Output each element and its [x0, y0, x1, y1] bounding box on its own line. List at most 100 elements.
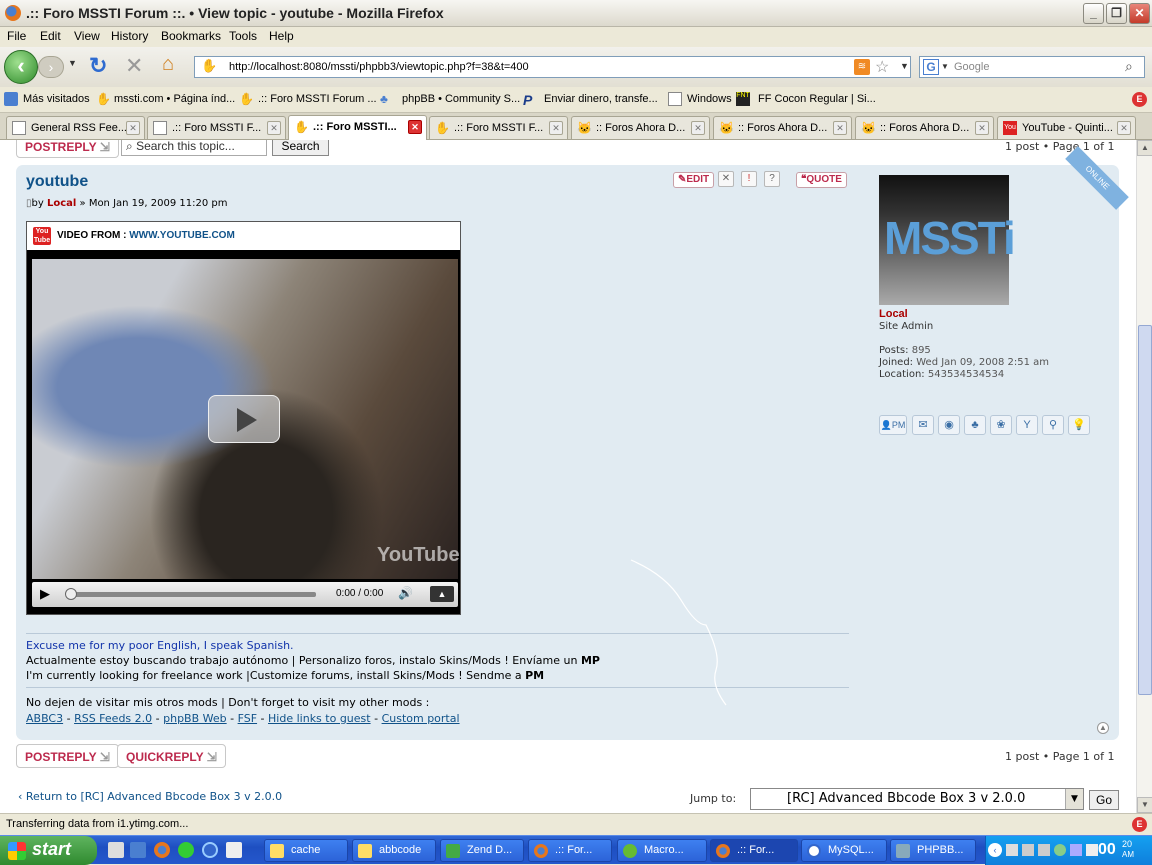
menu-view[interactable]: View	[74, 29, 100, 43]
link-rss-feeds[interactable]: RSS Feeds 2.0	[74, 712, 152, 725]
play-control-icon[interactable]: ▶	[40, 586, 50, 602]
bookmark-foro-mssti[interactable]: .:: Foro MSSTI Forum ...	[258, 93, 377, 105]
menu-bookmarks[interactable]: Bookmarks	[161, 29, 221, 43]
postreply-button-top[interactable]: POSTREPLY ⇲	[16, 140, 119, 158]
jabber-icon[interactable]: 💡	[1068, 415, 1090, 435]
start-button[interactable]: start	[0, 836, 97, 865]
tab-close-icon[interactable]: ✕	[975, 121, 989, 135]
quicklaunch-desktop-icon[interactable]	[226, 842, 242, 858]
close-button[interactable]: ✕	[1129, 3, 1150, 24]
menu-history[interactable]: History	[111, 29, 148, 43]
link-hide-links[interactable]: Hide links to guest	[268, 712, 371, 725]
tab-close-icon[interactable]: ✕	[126, 121, 140, 135]
quicklaunch-icon[interactable]	[130, 842, 146, 858]
tray-icon[interactable]	[1006, 844, 1018, 856]
yahoo-icon[interactable]: Y	[1016, 415, 1038, 435]
expand-icon[interactable]: ▲	[430, 586, 454, 602]
vertical-scrollbar[interactable]: ▲ ▼	[1136, 140, 1152, 813]
sig-mp-link[interactable]: MP	[581, 654, 600, 667]
return-link[interactable]: ‹ Return to [RC] Advanced Bbcode Box 3 v…	[18, 790, 282, 803]
quicklaunch-explorer-icon[interactable]	[108, 842, 124, 858]
tray-icon[interactable]	[1070, 844, 1082, 856]
google-engine-icon[interactable]: G	[923, 59, 939, 75]
url-bar[interactable]: ✋ http://localhost:8080/mssti/phpbb3/vie…	[194, 56, 911, 78]
quickreply-button[interactable]: QUICKREPLY ⇲	[117, 744, 226, 768]
link-fsf[interactable]: FSF	[238, 712, 257, 725]
post-title[interactable]: youtube	[26, 173, 88, 191]
task-phpbb[interactable]: PHPBB...	[890, 839, 976, 862]
video-progress-bar[interactable]	[66, 592, 316, 597]
info-icon[interactable]: ?	[764, 171, 780, 187]
search-bar[interactable]: G ▼ Google ⌕	[919, 56, 1145, 78]
edit-button[interactable]: ✎EDIT	[673, 172, 715, 188]
bookmark-paypal[interactable]: Enviar dinero, transfe...	[544, 93, 658, 105]
delete-icon[interactable]: ✕	[718, 171, 734, 187]
postreply-button-bottom[interactable]: POSTREPLY ⇲	[16, 744, 119, 768]
posts-value[interactable]: 895	[912, 345, 931, 356]
tray-volume-icon[interactable]	[1086, 844, 1098, 856]
post-author[interactable]: Local	[47, 198, 76, 209]
tab-close-icon[interactable]: ✕	[833, 121, 847, 135]
minimize-button[interactable]: _	[1083, 3, 1104, 24]
pm-icon[interactable]: 👤PM	[879, 415, 907, 435]
go-button[interactable]: Go	[1089, 790, 1119, 810]
task-abbcode[interactable]: abbcode	[352, 839, 436, 862]
bookmark-ff-cocon[interactable]: FF Cocon Regular | Si...	[758, 93, 876, 105]
link-abbc3[interactable]: ABBC3	[26, 712, 63, 725]
rss-feed-icon[interactable]: ≋	[854, 59, 870, 75]
profile-name[interactable]: Local	[879, 308, 908, 320]
maximize-button[interactable]: ❐	[1106, 3, 1127, 24]
link-phpbb-web[interactable]: phpBB Web	[163, 712, 227, 725]
aim-icon[interactable]: ⚲	[1042, 415, 1064, 435]
bookmark-windows[interactable]: Windows	[687, 93, 732, 105]
bookmark-mas-visitados[interactable]: Más visitados	[23, 93, 90, 105]
menu-edit[interactable]: Edit	[40, 29, 61, 43]
search-topic-input[interactable]: ⌕ Search this topic...	[121, 140, 267, 156]
icq-icon[interactable]: ❀	[990, 415, 1012, 435]
volume-icon[interactable]: 🔊	[398, 586, 413, 600]
search-icon[interactable]: ⌕	[1125, 58, 1133, 75]
task-cache[interactable]: cache	[264, 839, 348, 862]
bookmark-star-icon[interactable]: ☆	[875, 57, 889, 77]
tab-foro-mssti-active[interactable]: ✋ .:: Foro MSSTI... ✕	[288, 115, 427, 140]
addon-icon[interactable]: E	[1132, 92, 1147, 107]
tab-foros-ahora-3[interactable]: 🐱:: Foros Ahora D... ✕	[855, 116, 994, 139]
play-button[interactable]	[208, 395, 280, 443]
video-frame[interactable]: YouTube	[32, 259, 460, 579]
tab-youtube[interactable]: You YouTube - Quinti... ✕	[997, 116, 1136, 139]
tab-foro-mssti-2[interactable]: ✋ .:: Foro MSSTI F... ✕	[429, 116, 568, 139]
menu-help[interactable]: Help	[269, 29, 294, 43]
scroll-down-icon[interactable]: ▼	[1137, 797, 1152, 813]
engine-dropdown-icon[interactable]: ▼	[941, 62, 949, 71]
menu-tools[interactable]: Tools	[229, 29, 257, 43]
menu-file[interactable]: File	[7, 29, 26, 43]
addon-status-icon[interactable]: E	[1132, 817, 1147, 832]
msn-icon[interactable]: ♣	[964, 415, 986, 435]
report-icon[interactable]: !	[741, 171, 757, 187]
scroll-thumb[interactable]	[1138, 325, 1152, 695]
quicklaunch-firefox-icon[interactable]	[154, 842, 170, 858]
history-dropdown-icon[interactable]: ▼	[68, 58, 77, 68]
tab-close-icon[interactable]: ✕	[408, 120, 422, 134]
forward-button[interactable]: ›	[38, 56, 64, 78]
tray-expand-icon[interactable]: ‹	[988, 843, 1002, 857]
reload-icon[interactable]: ↻	[89, 53, 107, 79]
back-to-top-icon[interactable]: ▲	[1097, 722, 1109, 734]
quicklaunch-messenger-icon[interactable]	[178, 842, 194, 858]
url-dropdown-icon[interactable]: ▼	[900, 61, 909, 71]
tab-general-rss[interactable]: General RSS Fee... ✕	[6, 116, 145, 139]
link-custom-portal[interactable]: Custom portal	[382, 712, 460, 725]
task-foro-active[interactable]: .:: For...	[710, 839, 798, 862]
video-from-site[interactable]: WWW.YOUTUBE.COM	[129, 230, 235, 241]
tab-close-icon[interactable]: ✕	[1117, 121, 1131, 135]
chevron-down-icon[interactable]: ▼	[1065, 789, 1083, 809]
search-button[interactable]: Search	[272, 140, 329, 156]
jump-to-select[interactable]: [RC] Advanced Bbcode Box 3 v 2.0.0 ▼	[750, 788, 1084, 810]
task-mysql[interactable]: MySQL...	[801, 839, 887, 862]
tray-security-icon[interactable]	[1054, 844, 1066, 856]
video-scrubber[interactable]	[65, 588, 77, 600]
scroll-up-icon[interactable]: ▲	[1137, 140, 1152, 156]
stop-icon[interactable]: ✕	[125, 53, 143, 79]
tab-close-icon[interactable]: ✕	[691, 121, 705, 135]
bookmark-mssti[interactable]: mssti.com • Página índ...	[114, 93, 235, 105]
